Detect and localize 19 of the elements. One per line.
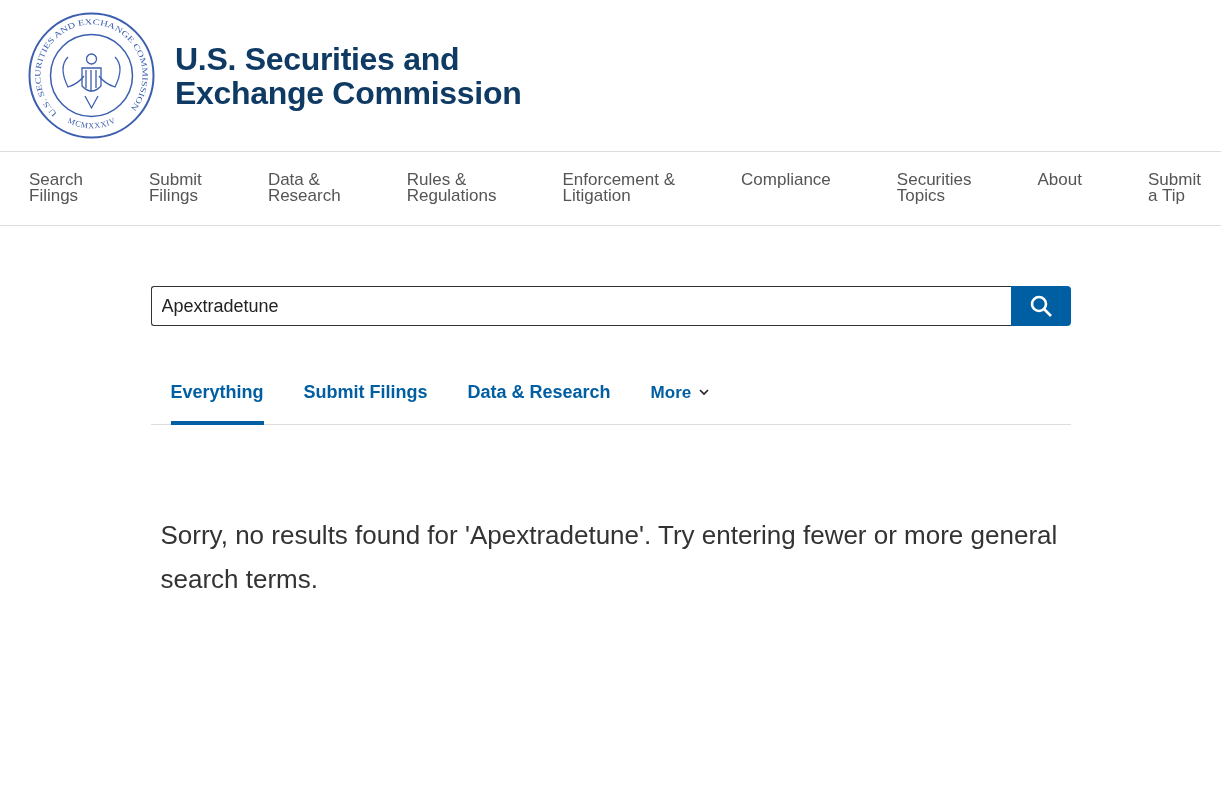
nav-link[interactable]: Enforcement & Litigation [562,172,675,204]
result-tab[interactable]: Everything [170,374,264,425]
nav-link[interactable]: Rules & Regulations [406,172,497,204]
no-results-message: Sorry, no results found for 'Apextradetune'. Try entering fewer or more general search terms. [160,519,1059,596]
site-title[interactable]: U.S. Securities and Exchange Commission [175,41,522,110]
result-tab[interactable]: Data & Research [467,374,611,425]
nav-link[interactable]: Search Filings [29,172,83,204]
nav-link[interactable]: Submit Filings [148,172,202,204]
search-icon [1028,294,1053,318]
nav-link[interactable]: Submit a Tip [1148,172,1201,204]
nav-link[interactable]: Securities Topics [896,172,972,204]
nav-link[interactable]: Data & Research [267,172,341,204]
result-tab[interactable]: Submit Filings [303,374,428,425]
search-field[interactable]: Apextradetune [150,286,1011,326]
more-dropdown[interactable]: More [650,374,710,425]
search-button[interactable] [1010,286,1071,326]
nav-link[interactable]: Compliance [741,172,831,188]
chevron-down-icon [699,389,710,396]
nav-link[interactable]: About [1037,172,1082,188]
